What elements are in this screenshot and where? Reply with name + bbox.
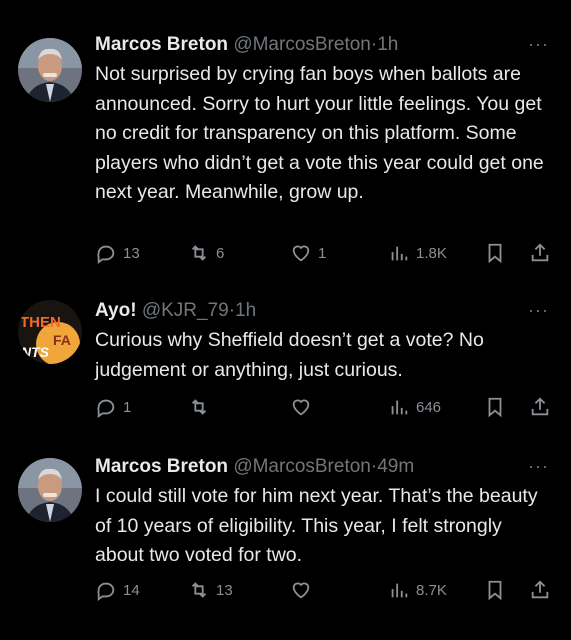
- share-icon: [531, 243, 549, 262]
- more-options-icon[interactable]: ···: [528, 456, 549, 477]
- retweet-count: 13: [216, 581, 233, 599]
- view-count: 1.8K: [416, 244, 447, 262]
- avatar-photo: [18, 38, 82, 102]
- tweet-header: Marcos Breton @MarcosBreton·1h: [95, 33, 398, 57]
- action-bar: 1 646: [0, 395, 571, 419]
- reply-count: 13: [123, 244, 140, 262]
- like-button[interactable]: [290, 578, 318, 602]
- views-icon: [391, 583, 408, 598]
- views-button[interactable]: 8.7K: [388, 578, 447, 602]
- views-button[interactable]: 1.8K: [388, 241, 447, 265]
- bookmark-icon: [488, 397, 502, 418]
- bookmark-icon: [488, 243, 502, 264]
- timestamp[interactable]: 49m: [377, 456, 414, 477]
- share-button[interactable]: [529, 578, 551, 602]
- share-icon: [531, 580, 549, 599]
- tweet-header: Ayo! @KJR_79·1h: [95, 299, 256, 323]
- reply-icon: [97, 399, 115, 418]
- view-count: 646: [416, 398, 442, 416]
- like-button[interactable]: 1: [290, 241, 326, 265]
- avatar[interactable]: THEN FA NTS: [18, 300, 82, 364]
- bookmark-button[interactable]: [484, 578, 506, 602]
- retweet-icon: [191, 582, 207, 598]
- avatar-text: FA: [53, 332, 71, 348]
- tweet[interactable]: Marcos Breton @MarcosBreton·49m ··· I co…: [0, 445, 571, 640]
- retweet-icon: [191, 399, 207, 415]
- share-button[interactable]: [529, 395, 551, 419]
- avatar[interactable]: [18, 38, 82, 102]
- avatar-text: THEN: [20, 314, 61, 331]
- avatar-logo: THEN FA NTS: [18, 300, 82, 364]
- retweet-button[interactable]: [188, 395, 216, 419]
- tweet[interactable]: THEN FA NTS Ayo! @KJR_79·1h ··· Curious …: [0, 285, 571, 445]
- bookmark-button[interactable]: [484, 241, 506, 265]
- avatar-text: NTS: [21, 344, 50, 360]
- author-name[interactable]: Marcos Breton: [95, 456, 228, 477]
- views-button[interactable]: 646: [388, 395, 441, 419]
- author-handle[interactable]: @KJR_79: [142, 300, 229, 321]
- views-icon: [391, 400, 408, 415]
- author-handle[interactable]: @MarcosBreton: [233, 34, 371, 55]
- tweet-text: I could still vote for him next year. Th…: [95, 485, 538, 567]
- like-button[interactable]: [290, 395, 318, 419]
- more-options-icon[interactable]: ···: [528, 300, 549, 321]
- reply-count: 1: [123, 398, 132, 416]
- tweet-text: Not surprised by crying fan boys when ba…: [95, 63, 544, 204]
- retweet-button[interactable]: 6: [188, 241, 224, 265]
- retweet-count: 6: [216, 244, 225, 262]
- reply-button[interactable]: 1: [95, 395, 131, 419]
- like-count: 1: [318, 244, 327, 262]
- author-name[interactable]: Marcos Breton: [95, 34, 228, 55]
- avatar[interactable]: [18, 458, 82, 522]
- views-icon: [391, 246, 408, 261]
- reply-icon: [97, 582, 115, 601]
- share-button[interactable]: [529, 241, 551, 265]
- author-name[interactable]: Ayo!: [95, 300, 137, 321]
- retweet-icon: [191, 245, 207, 261]
- share-icon: [531, 397, 549, 416]
- action-bar: 14 13 8.7K: [0, 578, 571, 602]
- reply-button[interactable]: 14: [95, 578, 140, 602]
- reply-button[interactable]: 13: [95, 241, 140, 265]
- more-options-icon[interactable]: ···: [528, 34, 549, 55]
- tweet[interactable]: Marcos Breton @MarcosBreton·1h ··· Not s…: [0, 0, 571, 280]
- heart-icon: [292, 399, 310, 416]
- tweet-text: Curious why Sheffield doesn’t get a vote…: [95, 329, 484, 381]
- bookmark-button[interactable]: [484, 395, 506, 419]
- tweet-header: Marcos Breton @MarcosBreton·49m: [95, 455, 414, 479]
- timestamp[interactable]: 1h: [235, 300, 256, 321]
- reply-count: 14: [123, 581, 140, 599]
- heart-icon: [292, 582, 310, 599]
- author-handle[interactable]: @MarcosBreton: [233, 456, 371, 477]
- bookmark-icon: [488, 580, 502, 601]
- reply-icon: [97, 245, 115, 264]
- view-count: 8.7K: [416, 581, 447, 599]
- timestamp[interactable]: 1h: [377, 34, 398, 55]
- avatar-photo: [18, 458, 82, 522]
- action-bar: 13 6 1 1.8K: [0, 241, 571, 265]
- retweet-button[interactable]: 13: [188, 578, 233, 602]
- heart-icon: [292, 245, 310, 262]
